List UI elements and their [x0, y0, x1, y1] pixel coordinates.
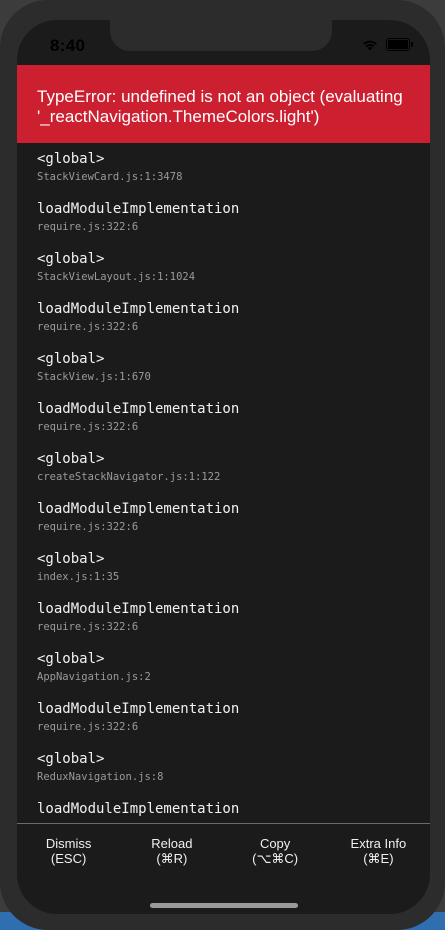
stack-frame-function: loadModuleImplementation [37, 401, 240, 417]
stack-frame-function: <global> [37, 451, 105, 467]
stack-frame-location: StackViewLayout.js:1:1024 [37, 271, 196, 283]
action-shortcut: (ESC) [50, 851, 87, 866]
stack-frame-function: loadModuleImplementation [37, 501, 240, 517]
stack-frame-function: <global> [37, 751, 105, 767]
phone-frame: 8:40 TypeError: undefined is not an obje… [0, 0, 445, 930]
stack-frame[interactable]: loadModuleImplementation require.js:322:6 [37, 500, 239, 534]
stack-frame[interactable]: loadModuleImplementation [37, 800, 239, 818]
stack-frame-function: loadModuleImplementation [37, 201, 240, 217]
status-icons [362, 38, 413, 51]
stack-frame[interactable]: loadModuleImplementation require.js:322:6 [37, 600, 239, 634]
stack-frame-function: loadModuleImplementation [37, 301, 240, 317]
stack-frame-location: require.js:322:6 [37, 321, 139, 333]
action-bar: Dismiss (ESC) Reload (⌘R) Copy (⌥⌘C) Extra Inf… [17, 824, 430, 894]
stack-frame-location: require.js:322:6 [37, 621, 139, 633]
action-shortcut: (⌘R) [156, 851, 188, 866]
stack-frame[interactable]: loadModuleImplementation require.js:322:6 [37, 200, 239, 234]
stack-frame-function: loadModuleImplementation [37, 701, 240, 717]
phone-screen: 8:40 TypeError: undefined is not an obje… [17, 20, 430, 914]
stack-frame[interactable]: <global> StackViewLayout.js:1:1024 [37, 250, 195, 284]
status-time: 8:40 [50, 36, 86, 55]
action-label: Copy [259, 836, 291, 851]
notch [110, 20, 332, 51]
stack-frame-location: require.js:322:6 [37, 421, 139, 433]
status-bar: 8:40 [17, 20, 430, 66]
stack-frame[interactable]: loadModuleImplementation require.js:322:6 [37, 700, 239, 734]
error-message: TypeError: undefined is not an object (e… [37, 87, 403, 126]
stack-frame-function: <global> [37, 351, 105, 367]
stack-frame[interactable]: loadModuleImplementation require.js:322:6 [37, 300, 239, 334]
action-label: Reload [151, 836, 193, 851]
stack-frame-location: require.js:322:6 [37, 521, 139, 533]
action-label: Dismiss [45, 836, 92, 851]
stack-frame[interactable]: <global> StackViewCard.js:1:3478 [37, 150, 182, 184]
copy-button[interactable]: Copy (⌥⌘C) [224, 824, 327, 894]
stack-frame-function: loadModuleImplementation [37, 801, 240, 817]
dismiss-button[interactable]: Dismiss (ESC) [17, 824, 120, 894]
stack-frame[interactable]: loadModuleImplementation require.js:322:6 [37, 400, 239, 434]
extra-info-button[interactable]: Extra Info (⌘E) [327, 824, 430, 894]
battery-icon [386, 38, 413, 51]
stack-frame[interactable]: <global> ReduxNavigation.js:8 [37, 750, 163, 784]
action-shortcut: (⌘E) [363, 851, 394, 866]
stack-frame-location: require.js:322:6 [37, 721, 139, 733]
stack-frame-location: StackViewCard.js:1:3478 [37, 171, 183, 183]
wifi-icon [362, 39, 378, 51]
stack-trace-list[interactable]: <global> StackViewCard.js:1:3478 loadModul… [17, 143, 430, 823]
stack-frame[interactable]: <global> index.js:1:35 [37, 550, 119, 584]
stack-frame-function: loadModuleImplementation [37, 601, 240, 617]
stack-frame-location: require.js:322:6 [37, 221, 139, 233]
action-shortcut: (⌥⌘C) [252, 851, 299, 866]
stack-frame-function: <global> [37, 551, 105, 567]
stack-frame[interactable]: <global> createStackNavigator.js:1:122 [37, 450, 220, 484]
stack-frame-location: ReduxNavigation.js:8 [37, 771, 164, 783]
stack-frame-location: AppNavigation.js:2 [37, 671, 151, 683]
stack-frame-location: index.js:1:35 [37, 571, 120, 583]
home-indicator[interactable] [150, 903, 298, 908]
reload-button[interactable]: Reload (⌘R) [120, 824, 223, 894]
stack-frame-function: <global> [37, 151, 105, 167]
action-label: Extra Info [350, 836, 407, 851]
stack-frame-function: <global> [37, 251, 105, 267]
stack-frame-location: StackView.js:1:670 [37, 371, 151, 383]
stack-frame-location: createStackNavigator.js:1:122 [37, 471, 221, 483]
error-banner: TypeError: undefined is not an object (e… [17, 65, 430, 143]
stack-frame-function: <global> [37, 651, 105, 667]
stack-frame[interactable]: <global> AppNavigation.js:2 [37, 650, 151, 684]
stack-frame[interactable]: <global> StackView.js:1:670 [37, 350, 151, 384]
